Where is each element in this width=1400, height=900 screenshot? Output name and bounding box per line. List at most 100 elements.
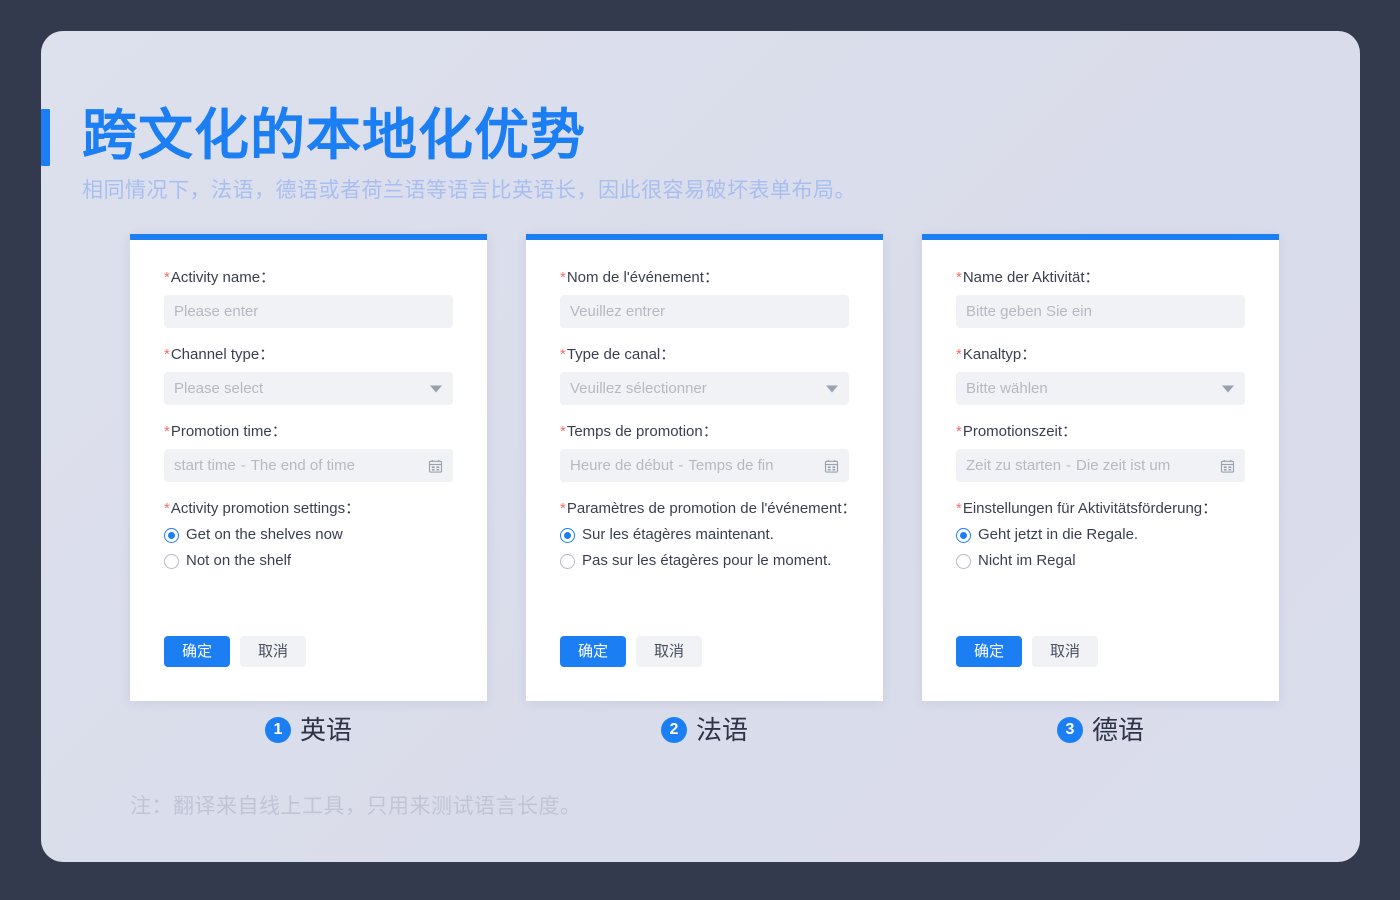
field-channel-type: *Kanaltyp： Bitte wählen — [956, 345, 1245, 405]
date-end-placeholder: The end of time — [250, 457, 355, 474]
caption-language-label: 法语 — [695, 715, 748, 745]
channel-type-placeholder: Veuillez sélectionner — [570, 380, 707, 397]
radio-option-off-shelf[interactable]: Pas sur les étagères pour le moment. — [560, 552, 849, 570]
field-activity-name: *Nom de l'événement： Veuillez entrer — [560, 268, 849, 328]
required-star-icon: * — [956, 500, 962, 517]
channel-type-select[interactable]: Veuillez sélectionner — [560, 372, 849, 405]
required-star-icon: * — [560, 346, 566, 363]
promotion-time-label-text: Promotion time： — [170, 423, 287, 440]
promotion-settings-label-text: Activity promotion settings： — [170, 500, 361, 517]
activity-name-input[interactable]: Bitte geben Sie ein — [956, 295, 1245, 328]
channel-type-label-text: Type de canal： — [566, 346, 676, 363]
radio-selected-icon — [164, 527, 179, 543]
title-accent-bar — [41, 109, 50, 166]
activity-name-placeholder: Bitte geben Sie ein — [966, 303, 1092, 320]
chevron-down-icon — [430, 385, 442, 392]
field-channel-type: *Channel type： Please select — [164, 345, 453, 405]
radio-option-on-shelf[interactable]: Geht jetzt in die Regale. — [956, 526, 1245, 544]
promotion-time-label: *Promotionszeit： — [956, 422, 1245, 442]
caption-number-badge: 3 — [1056, 717, 1083, 743]
activity-name-input[interactable]: Please enter — [164, 295, 453, 328]
promotion-settings-radio-group: Get on the shelves now Not on the shelf — [164, 526, 453, 570]
required-star-icon: * — [164, 500, 170, 517]
promotion-time-daterange[interactable]: Heure de début - Temps de fin — [560, 449, 849, 482]
main-panel: 跨文化的本地化优势 相同情况下，法语，德语或者荷兰语等语言比英语长，因此很容易破… — [41, 31, 1360, 862]
card-caption-german: 3 德语 — [922, 715, 1279, 745]
radio-option-on-shelf[interactable]: Sur les étagères maintenant. — [560, 526, 849, 544]
promotion-time-daterange[interactable]: start time - The end of time — [164, 449, 453, 482]
radio-selected-icon — [560, 527, 575, 543]
activity-name-placeholder: Veuillez entrer — [570, 303, 666, 320]
radio-unselected-icon — [956, 553, 971, 569]
card-actions: 确定 取消 — [164, 636, 306, 667]
card-actions: 确定 取消 — [956, 636, 1098, 667]
radio-option-on-shelf-label: Get on the shelves now — [186, 526, 343, 543]
card-body: *Nom de l'événement： Veuillez entrer *Ty… — [560, 268, 857, 587]
date-range-dash: - — [240, 457, 246, 474]
card-column-english: *Activity name： Please enter *Channel ty… — [130, 234, 487, 745]
promotion-time-label-text: Temps de promotion： — [566, 423, 718, 440]
caption-language-label: 德语 — [1091, 715, 1144, 745]
confirm-button[interactable]: 确定 — [560, 636, 626, 667]
card-body: * Name der Aktivität： Bitte geben Sie ein… — [956, 268, 1245, 587]
channel-type-label: *Kanaltyp： — [956, 345, 1245, 365]
radio-option-off-shelf-label: Nicht im Regal — [978, 552, 1076, 569]
card-caption-french: 2 法语 — [526, 715, 883, 745]
radio-option-off-shelf-label: Not on the shelf — [186, 552, 292, 569]
activity-name-label-text: Nom de l'événement： — [566, 269, 719, 286]
required-star-icon: * — [956, 423, 962, 440]
radio-option-on-shelf[interactable]: Get on the shelves now — [164, 526, 453, 544]
date-range-text: start time - The end of time — [174, 457, 355, 474]
field-promotion-time: *Promotion time： start time - The end of… — [164, 422, 453, 482]
promotion-settings-label-text: Einstellungen für Aktivitätsförderung： — [962, 500, 1218, 517]
promotion-settings-radio-group: Sur les étagères maintenant. Pas sur les… — [560, 526, 849, 570]
channel-type-placeholder: Bitte wählen — [966, 380, 1048, 397]
field-promotion-time: *Temps de promotion： Heure de début - Te… — [560, 422, 849, 482]
activity-name-input[interactable]: Veuillez entrer — [560, 295, 849, 328]
field-channel-type: *Type de canal： Veuillez sélectionner — [560, 345, 849, 405]
date-start-placeholder: start time — [174, 457, 236, 474]
radio-option-off-shelf[interactable]: Not on the shelf — [164, 552, 453, 570]
cancel-button[interactable]: 取消 — [240, 636, 306, 667]
channel-type-label: *Channel type： — [164, 345, 453, 365]
form-card-english: *Activity name： Please enter *Channel ty… — [130, 234, 487, 701]
cancel-button[interactable]: 取消 — [636, 636, 702, 667]
date-range-text: Zeit zu starten - Die zeit ist um — [966, 457, 1170, 474]
confirm-button[interactable]: 确定 — [164, 636, 230, 667]
radio-option-off-shelf[interactable]: Nicht im Regal — [956, 552, 1245, 570]
field-activity-name: *Activity name： Please enter — [164, 268, 453, 328]
page-title: 跨文化的本地化优势 — [82, 104, 587, 166]
card-body: *Activity name： Please enter *Channel ty… — [164, 268, 453, 587]
form-card-german: * Name der Aktivität： Bitte geben Sie ein… — [922, 234, 1279, 701]
date-range-dash: - — [678, 457, 684, 474]
field-promotion-settings: *Activity promotion settings： Get on the… — [164, 499, 453, 570]
channel-type-label-text: Channel type： — [170, 346, 275, 363]
date-end-placeholder: Temps de fin — [688, 457, 774, 474]
card-column-german: * Name der Aktivität： Bitte geben Sie ein… — [922, 234, 1279, 745]
promotion-time-daterange[interactable]: Zeit zu starten - Die zeit ist um — [956, 449, 1245, 482]
card-top-accent-bar — [526, 234, 883, 240]
footer-note: 注：翻译来自线上工具，只用来测试语言长度。 — [130, 795, 582, 818]
date-range-text: Heure de début - Temps de fin — [570, 457, 773, 474]
cancel-button[interactable]: 取消 — [1032, 636, 1098, 667]
calendar-icon — [428, 458, 443, 473]
required-star-icon: * — [560, 269, 566, 286]
caption-language-label: 英语 — [299, 715, 352, 745]
promotion-time-label-text: Promotionszeit： — [962, 423, 1078, 440]
date-end-placeholder: Die zeit ist um — [1076, 457, 1171, 474]
confirm-button[interactable]: 确定 — [956, 636, 1022, 667]
activity-name-label-text: Name der Aktivität： — [962, 269, 1100, 286]
date-range-dash: - — [1066, 457, 1072, 474]
required-star-icon: * — [164, 423, 170, 440]
activity-name-label: *Nom de l'événement： — [560, 268, 849, 288]
card-top-accent-bar — [922, 234, 1279, 240]
channel-type-select[interactable]: Please select — [164, 372, 453, 405]
radio-option-on-shelf-label: Geht jetzt in die Regale. — [978, 526, 1139, 543]
date-start-placeholder: Zeit zu starten — [966, 457, 1062, 474]
card-actions: 确定 取消 — [560, 636, 702, 667]
channel-type-select[interactable]: Bitte wählen — [956, 372, 1245, 405]
radio-option-on-shelf-label: Sur les étagères maintenant. — [582, 526, 774, 543]
promotion-settings-label: *Paramètres de promotion de l'événement： — [560, 499, 857, 519]
promotion-settings-radio-group: Geht jetzt in die Regale. Nicht im Regal — [956, 526, 1245, 570]
field-promotion-time: *Promotionszeit： Zeit zu starten - Die z… — [956, 422, 1245, 482]
